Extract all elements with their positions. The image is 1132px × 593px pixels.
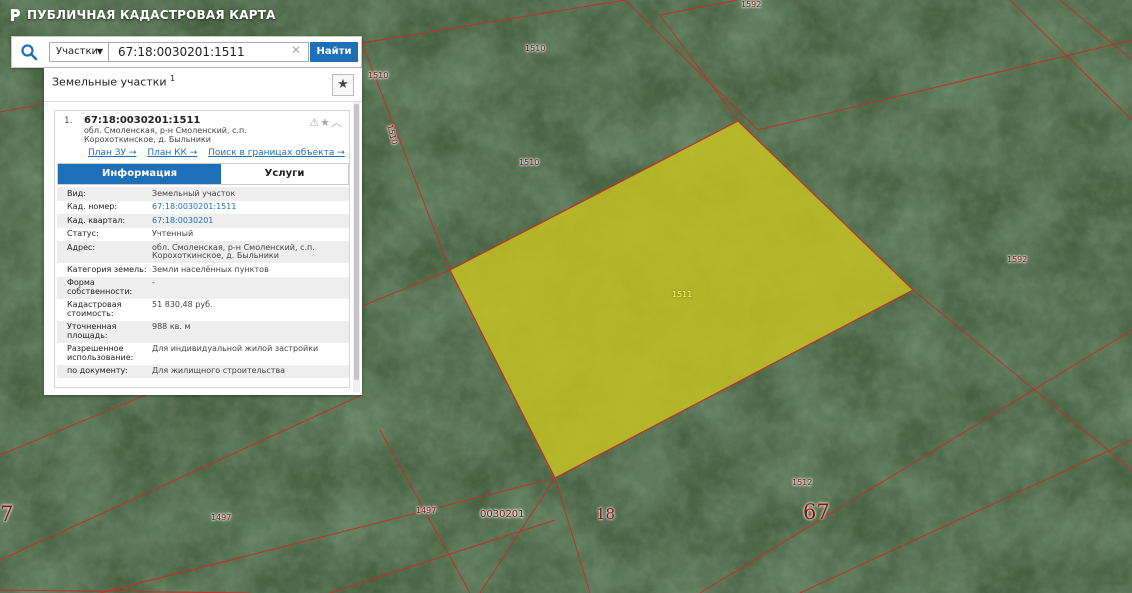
attr-value: 51 830,48 руб. xyxy=(152,300,213,309)
find-button[interactable]: Найти xyxy=(310,42,358,62)
plan-kk-link[interactable]: План КК → xyxy=(147,148,197,158)
result-count: 1 xyxy=(170,74,176,83)
attr-value-link[interactable]: 67:18:0030201 xyxy=(152,216,349,226)
attr-row: по документу: Для жилищного строительства xyxy=(57,364,349,378)
search-bar: Участки ▼ 67:18:0030201:1511 ✕ Найти xyxy=(11,36,362,68)
result-tabs: Информация Услуги xyxy=(57,163,349,185)
attr-key: Кад. квартал: xyxy=(67,215,126,225)
search-input[interactable]: 67:18:0030201:1511 xyxy=(109,42,309,62)
attr-value: Для жилищного строительства xyxy=(152,366,286,375)
app-logo-icon xyxy=(11,9,20,21)
result-card[interactable]: 1. 67:18:0030201:1511 обл. Смоленская, р… xyxy=(54,110,350,388)
result-links: План ЗУ → План КК → Поиск в границах объ… xyxy=(88,148,353,158)
parcel-label: 1497 xyxy=(211,513,232,522)
chevron-up-icon[interactable]: ︿ xyxy=(331,116,343,129)
region-label-edge: 7 xyxy=(0,502,14,526)
divider xyxy=(44,101,362,102)
attr-key: Разрешенное использование: xyxy=(67,344,134,362)
quarter-label: 0030201 xyxy=(480,509,525,520)
parcel-label: 1512 xyxy=(792,478,813,487)
panel-title: Земельные участки 1 xyxy=(52,74,175,89)
attr-row: Кад. номер: 67:18:0030201:1511 xyxy=(57,201,349,215)
attr-value: Учтенный xyxy=(152,229,194,238)
app-header: ПУБЛИЧНАЯ КАДАСТРОВАЯ КАРТА xyxy=(9,8,276,22)
star-icon: ★ xyxy=(337,77,349,92)
app-title: ПУБЛИЧНАЯ КАДАСТРОВАЯ КАРТА xyxy=(27,8,276,22)
attr-row: Адрес: обл. Смоленская, р-н Смоленский, с… xyxy=(57,241,349,263)
search-in-bounds-link[interactable]: Поиск в границах объекта → xyxy=(208,148,345,158)
favorite-button[interactable]: ★ xyxy=(332,74,354,96)
plan-zu-link[interactable]: План ЗУ → xyxy=(88,148,136,158)
result-address: обл. Смоленская, р-н Смоленский, с.п. Ко… xyxy=(84,126,247,144)
parcel-label: 1510 xyxy=(368,71,389,80)
scrollbar-thumb[interactable] xyxy=(354,104,359,380)
attr-key: Уточненная площадь: xyxy=(67,322,117,340)
selected-parcel-label: 1511 xyxy=(672,290,693,299)
results-panel: Земельные участки 1 ★ 1. 67:18:0030201:1… xyxy=(44,68,362,395)
search-type-label: Участки xyxy=(56,46,98,57)
attr-key: Статус: xyxy=(67,229,99,238)
region-label: 67 xyxy=(803,500,830,524)
attr-row: Уточненная площадь: 988 кв. м xyxy=(57,320,349,343)
attr-value: 988 кв. м xyxy=(152,322,191,331)
attr-value: Для индивидуальной жилой застройки xyxy=(152,344,319,353)
result-cad-number[interactable]: 67:18:0030201:1511 xyxy=(84,115,200,126)
parcel-label: 1592 xyxy=(1007,255,1028,264)
district-label: 18 xyxy=(596,505,616,523)
warning-icon[interactable]: ⚠ xyxy=(309,116,320,129)
parcel-label: 1510 xyxy=(519,158,540,167)
tab-services[interactable]: Услуги xyxy=(221,164,348,184)
attr-key: Категория земель: xyxy=(67,264,147,274)
attr-row: Категория земель: Земли населённых пункто… xyxy=(57,263,349,277)
result-index: 1. xyxy=(64,116,73,126)
attr-key: по документу: xyxy=(67,366,128,375)
search-type-select[interactable]: Участки ▼ xyxy=(49,42,109,62)
attr-row: Форма собственности: - xyxy=(57,276,349,299)
tab-info[interactable]: Информация xyxy=(58,164,221,184)
attr-row: Вид: Земельный участок xyxy=(57,187,349,201)
attr-row: Разрешенное использование: Для индивидуал… xyxy=(57,343,349,365)
star-icon[interactable]: ★ xyxy=(320,116,331,129)
attr-value-link[interactable]: 67:18:0030201:1511 xyxy=(152,202,349,212)
attr-key: Кадастровая стоимость: xyxy=(67,300,122,318)
clear-icon[interactable]: ✕ xyxy=(291,43,301,57)
panel-title-text: Земельные участки xyxy=(52,75,167,89)
attr-key: Вид: xyxy=(67,188,86,198)
attr-value: обл. Смоленская, р-н Смоленский, с.п. Ко… xyxy=(152,242,315,260)
attr-row: Статус: Учтенный xyxy=(57,228,349,242)
attr-key: Кад. номер: xyxy=(67,202,118,211)
attr-value: - xyxy=(152,278,155,287)
card-actions: ⚠★︿ xyxy=(309,114,343,130)
attr-value: Земельный участок xyxy=(152,188,236,198)
attr-row: Кад. квартал: 67:18:0030201 xyxy=(57,214,349,228)
attr-row: Кадастровая стоимость: 51 830,48 руб. xyxy=(57,299,349,321)
parcel-label: 1592 xyxy=(741,0,762,9)
search-icon[interactable] xyxy=(20,43,38,61)
parcel-label: 1510 xyxy=(525,44,546,53)
chevron-down-icon: ▼ xyxy=(96,47,103,56)
attr-key: Форма собственности: xyxy=(67,278,133,296)
attr-value: Земли населённых пунктов xyxy=(152,264,269,274)
attr-key: Адрес: xyxy=(67,242,96,252)
attributes-table: Вид: Земельный участок Кад. номер: 67:18:0… xyxy=(57,187,349,378)
parcel-label: 1497 xyxy=(416,506,437,515)
